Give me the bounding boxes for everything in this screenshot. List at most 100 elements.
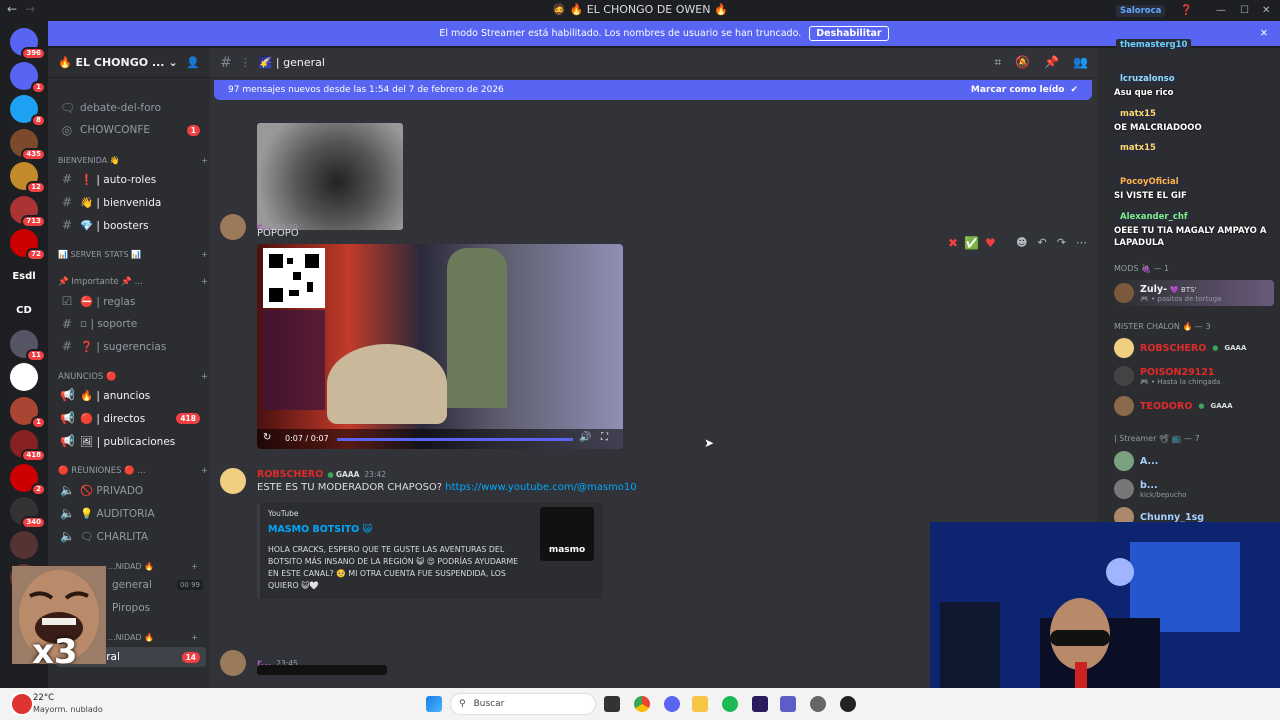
server-icon[interactable]: Esdl: [10, 262, 38, 291]
check-reaction-icon[interactable]: ✅: [964, 236, 979, 250]
search-icon: ⚲: [459, 699, 466, 709]
window-title: 🧔 🔥 EL CHONGO DE OWEN 🔥: [552, 3, 728, 16]
minimize-icon[interactable]: —: [1216, 5, 1226, 16]
channel-bienvenida[interactable]: # 👋 | bienvenida: [56, 192, 206, 212]
server-icon[interactable]: 8: [10, 95, 46, 127]
server-icon[interactable]: CD: [10, 296, 38, 324]
embed-title[interactable]: MASMO BOTSITO 😺: [268, 524, 372, 535]
category-reuniones[interactable]: 🔴 REUNIONES 🔴 ... +: [58, 466, 208, 476]
channel-piropos[interactable]: Piropos: [108, 598, 203, 618]
voice-privado[interactable]: 🔈 🚫 PRIVADO: [56, 480, 206, 500]
close-window-icon[interactable]: ✕: [1262, 5, 1270, 16]
mouse-cursor: ➤: [704, 436, 715, 450]
windows-start-icon[interactable]: [426, 696, 442, 712]
channel-sugerencias[interactable]: # ❓ | sugerencias: [56, 336, 206, 356]
pin-icon[interactable]: 📌: [1044, 55, 1059, 70]
server-icon[interactable]: 396: [10, 28, 46, 60]
channel-anuncios[interactable]: 📢 🔥 | anuncios: [56, 385, 206, 405]
replay-icon[interactable]: ↻: [263, 432, 271, 443]
chrome-icon[interactable]: [634, 696, 650, 712]
taskbar-search[interactable]: ⚲ Buscar: [450, 693, 596, 715]
members-icon[interactable]: 👥: [1073, 55, 1088, 70]
threads-icon[interactable]: ⌗: [994, 55, 1001, 70]
plus-icon[interactable]: +: [201, 156, 208, 165]
channel-debate[interactable]: 🗨 debate-del-foro: [56, 98, 206, 118]
reply-icon[interactable]: ↶: [1037, 236, 1046, 249]
avatar[interactable]: [220, 214, 246, 240]
server-icon[interactable]: 435: [10, 128, 46, 161]
server-icon[interactable]: 1: [10, 61, 46, 94]
member-item[interactable]: ROBSCHERO ● GAAA: [1114, 338, 1274, 358]
disable-button[interactable]: Deshabilitar: [809, 26, 889, 41]
embed-thumbnail[interactable]: masmo: [540, 507, 594, 561]
channel-boosters[interactable]: # 💎 | boosters: [56, 215, 206, 235]
member-item[interactable]: Zuly- 💜 BTS' 🎮 • pasitos de tortuga: [1114, 280, 1274, 306]
discord-icon[interactable]: [664, 696, 680, 712]
mark-as-read-button[interactable]: Marcar como leído: [971, 85, 1065, 95]
voice-auditoria[interactable]: 🔈 💡 AUDITORIA: [56, 503, 206, 523]
threads-icon[interactable]: ⋮: [240, 56, 251, 69]
help-icon[interactable]: ❓: [1180, 5, 1192, 16]
channel-chowconfe[interactable]: ◎ CHOWCONFE 1: [56, 120, 206, 140]
premiere-icon[interactable]: [752, 696, 768, 712]
video-player[interactable]: ↻ 0:07 / 0:07 🔊 ⛶: [257, 244, 623, 449]
reaction-bar: ✖ ✅ ♥: [948, 236, 996, 250]
server-icon[interactable]: 12: [10, 162, 46, 194]
channel-reglas[interactable]: ☑ ⛔ | reglas: [56, 291, 206, 311]
obs-icon[interactable]: [840, 696, 856, 712]
channel-auto-roles[interactable]: # ❗ | auto-roles: [56, 169, 206, 189]
member-item[interactable]: b... kick/bepucho: [1114, 479, 1274, 499]
channel-directos[interactable]: 📢 🔴 | directos 418: [56, 408, 206, 428]
avatar[interactable]: [220, 468, 246, 494]
avatar[interactable]: [220, 650, 246, 676]
category-comunidad-2[interactable]: ...NIDAD 🔥 +: [108, 633, 198, 642]
member-item[interactable]: TEODORO ● GAAA: [1114, 396, 1274, 416]
add-member-icon[interactable]: 👤: [186, 56, 200, 69]
channel-soporte[interactable]: # ▫ | soporte: [56, 314, 206, 334]
add-reaction-icon[interactable]: ☻: [1016, 236, 1027, 249]
new-messages-bar[interactable]: 97 mensajes nuevos desde las 1:54 del 7 …: [214, 80, 1092, 100]
attachment-preview[interactable]: [257, 665, 387, 675]
volume-icon[interactable]: 🔊: [579, 432, 591, 443]
channel-general-voice[interactable]: general 00 99: [108, 575, 203, 595]
category-anuncios[interactable]: ANUNCIOS 🔴 +: [58, 372, 208, 382]
weather-icon[interactable]: [10, 692, 34, 716]
server-badge: 435: [21, 147, 46, 161]
category-bienvenida[interactable]: BIENVENIDA 👋 +: [58, 156, 208, 165]
voice-charlita[interactable]: 🔈 🗨 CHARLITA: [56, 526, 206, 546]
gif-attachment[interactable]: [257, 123, 403, 230]
video-progress-track[interactable]: [337, 438, 573, 441]
server-header[interactable]: 🔥 EL CHONGO ... ⌄ 👤: [48, 48, 210, 78]
heart-reaction-icon[interactable]: ♥: [985, 236, 996, 250]
server-icon[interactable]: 1: [10, 396, 46, 429]
webcam-overlay: [930, 522, 1280, 688]
server-icon[interactable]: 713: [10, 195, 46, 228]
bell-off-icon[interactable]: 🔕: [1015, 55, 1030, 70]
x-reaction-icon[interactable]: ✖: [948, 236, 958, 250]
settings-gear-icon[interactable]: [810, 696, 826, 712]
category-server-stats[interactable]: 📊 SERVER STATS 📊 +: [58, 250, 208, 259]
more-icon[interactable]: ⋯: [1076, 236, 1087, 249]
member-item[interactable]: POISON29121 🎮 • Hasta la chingada: [1114, 366, 1274, 386]
file-explorer-icon[interactable]: [692, 696, 708, 712]
fullscreen-icon[interactable]: ⛶: [601, 432, 608, 443]
server-icon[interactable]: 340: [10, 497, 46, 529]
youtube-embed: YouTube MASMO BOTSITO 😺 HOLA CRACKS, ESP…: [257, 503, 603, 599]
category-importante[interactable]: 📌 Importante 📌 ... +: [58, 277, 208, 287]
category-comunidad[interactable]: ...NIDAD 🔥 +: [108, 562, 198, 571]
spotify-icon[interactable]: [722, 696, 738, 712]
youtube-link[interactable]: https://www.youtube.com/@masmo10: [445, 482, 636, 493]
server-icon[interactable]: [10, 363, 38, 391]
server-icon[interactable]: 2: [10, 463, 46, 496]
task-view-icon[interactable]: [604, 696, 620, 712]
teams-icon[interactable]: [780, 696, 796, 712]
maximize-icon[interactable]: ☐: [1240, 5, 1249, 16]
forward-icon[interactable]: ↷: [1057, 236, 1066, 249]
server-icon[interactable]: 72: [10, 229, 46, 261]
server-icon[interactable]: 11: [10, 329, 46, 362]
check-icon: ✔: [1070, 85, 1078, 95]
member-item[interactable]: A...: [1114, 451, 1274, 471]
channel-publicaciones[interactable]: 📢 🖼 | publicaciones: [56, 431, 206, 451]
server-icon[interactable]: [10, 530, 38, 559]
server-icon[interactable]: 418: [10, 430, 46, 462]
